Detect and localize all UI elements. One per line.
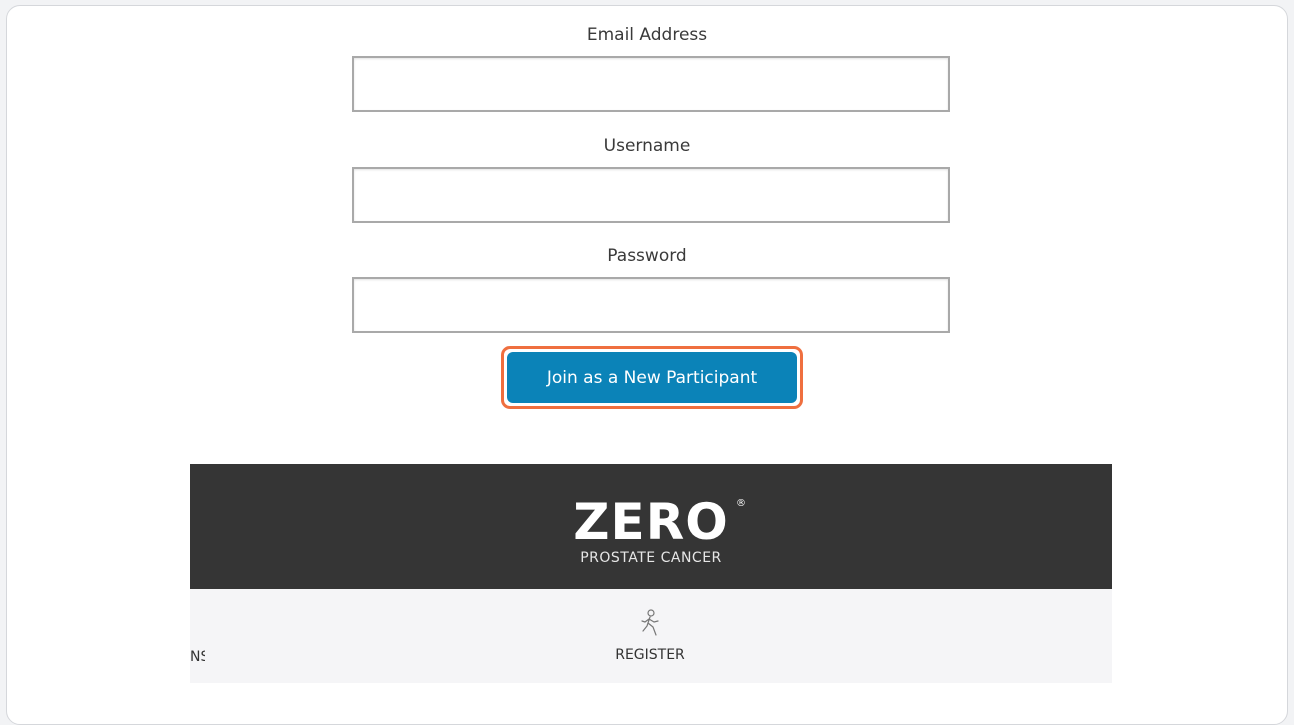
nav-item-register[interactable]: REGISTER [570, 609, 730, 669]
walking-person-icon [641, 609, 659, 636]
password-label: Password [607, 246, 687, 266]
email-label: Email Address [586, 25, 708, 45]
register-label: REGISTER [615, 647, 685, 663]
logo-wordmark: ZERO [573, 493, 729, 551]
zero-logo[interactable]: ZERO ® PROSTATE CANCER [556, 496, 746, 576]
logo-registered-mark: ® [736, 498, 746, 509]
join-participant-button[interactable]: Join as a New Participant [507, 352, 797, 403]
username-label: Username [603, 136, 691, 156]
submit-highlight: Join as a New Participant [501, 346, 803, 409]
footer-logo-band: ZERO ® PROSTATE CANCER [190, 464, 1112, 589]
email-field[interactable] [352, 56, 950, 112]
password-field[interactable] [352, 277, 950, 333]
nav-item-partial[interactable]: NS [190, 649, 205, 665]
bottom-nav: NS REGISTER [190, 589, 1112, 683]
logo-subtitle: PROSTATE CANCER [580, 550, 722, 566]
username-field[interactable] [352, 167, 950, 223]
